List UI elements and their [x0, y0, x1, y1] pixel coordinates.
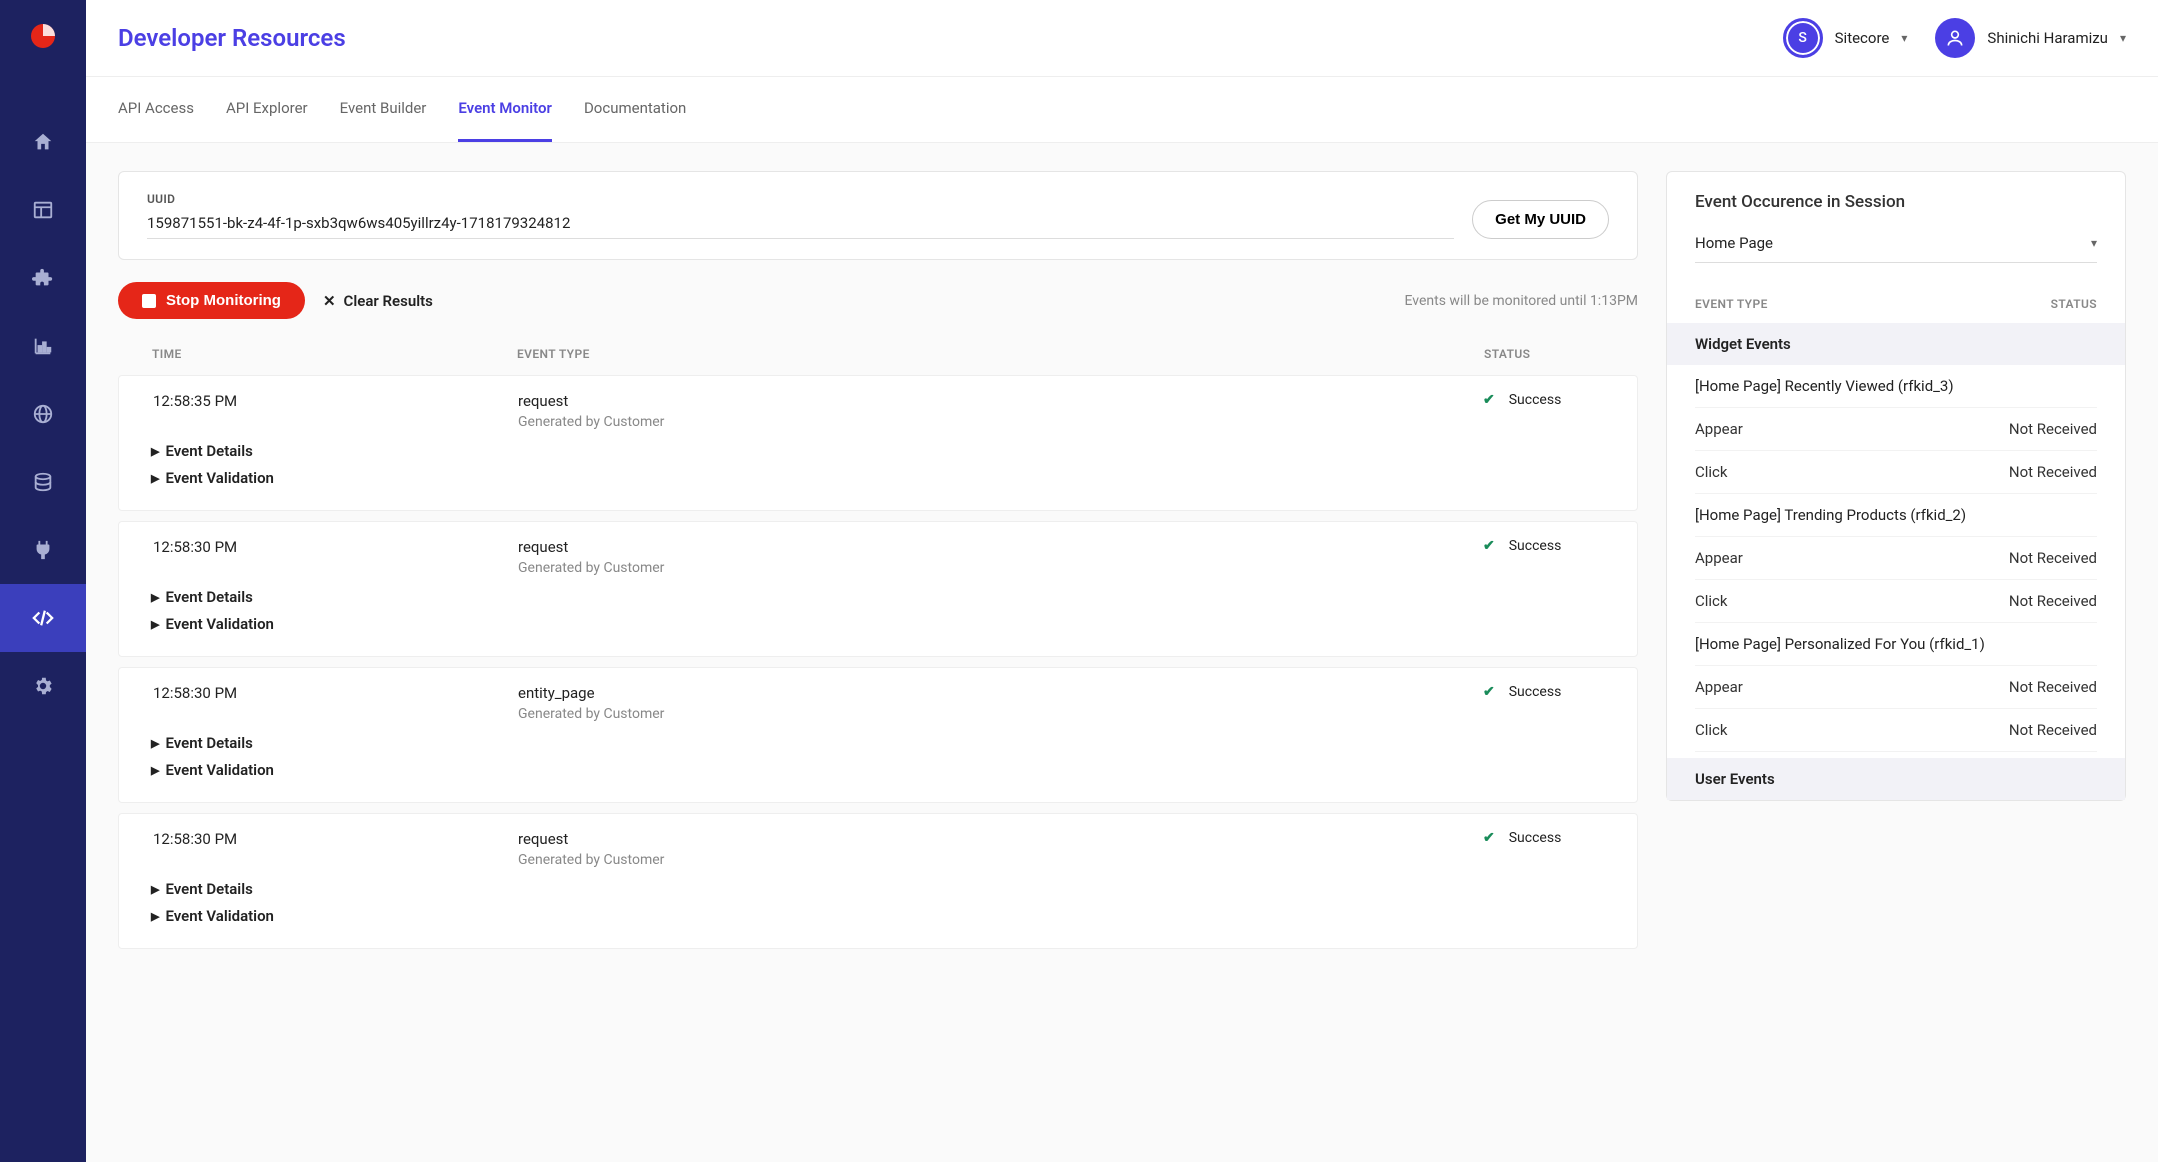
user-name: Shinichi Haramizu — [1987, 29, 2108, 47]
uuid-card: UUID 159871551-bk-z4-4f-1p-sxb3qw6ws405y… — [118, 171, 1638, 260]
widget-event-row: AppearNot Received — [1695, 666, 2097, 709]
caret-right-icon: ▶ — [151, 761, 159, 781]
clear-results-button[interactable]: ✕ Clear Results — [323, 292, 433, 310]
occurrence-panel: Event Occurence in Session Home Page ▾ E… — [1666, 171, 2126, 801]
user-menu[interactable]: Shinichi Haramizu ▾ — [1935, 18, 2126, 58]
page-select[interactable]: Home Page ▾ — [1695, 234, 2097, 263]
tab-documentation[interactable]: Documentation — [584, 77, 686, 142]
caret-right-icon: ▶ — [151, 588, 159, 608]
event-details-toggle[interactable]: ▶Event Details — [151, 876, 1603, 903]
get-uuid-button[interactable]: Get My UUID — [1472, 200, 1609, 239]
chevron-down-icon: ▾ — [2120, 31, 2126, 45]
widget-event-row: ClickNot Received — [1695, 709, 2097, 752]
widget-event-row: AppearNot Received — [1695, 537, 2097, 580]
widget-events-header: Widget Events — [1667, 323, 2125, 365]
event-status: ✔Success — [1483, 684, 1603, 700]
header: Developer Resources S Sitecore ▾ Shinich… — [86, 0, 2158, 77]
event-validation-toggle[interactable]: ▶Event Validation — [151, 757, 1603, 784]
tab-api-explorer[interactable]: API Explorer — [226, 77, 308, 142]
caret-right-icon: ▶ — [151, 734, 159, 754]
uuid-value[interactable]: 159871551-bk-z4-4f-1p-sxb3qw6ws405yillrz… — [147, 214, 1454, 239]
event-time: 12:58:30 PM — [153, 538, 518, 556]
event-validation-toggle[interactable]: ▶Event Validation — [151, 611, 1603, 638]
event-time: 12:58:30 PM — [153, 830, 518, 848]
caret-right-icon: ▶ — [151, 880, 159, 900]
widget-event-row: AppearNot Received — [1695, 408, 2097, 451]
caret-right-icon: ▶ — [151, 442, 159, 462]
event-type: entity_page — [518, 684, 1483, 702]
event-source: Generated by Customer — [518, 560, 1483, 576]
close-icon: ✕ — [323, 292, 336, 310]
event-status: ✔Success — [1483, 392, 1603, 408]
stop-monitoring-button[interactable]: Stop Monitoring — [118, 282, 305, 319]
user-avatar — [1935, 18, 1975, 58]
event-source: Generated by Customer — [518, 706, 1483, 722]
event-row: 12:58:35 PMrequest Generated by Customer✔… — [118, 375, 1638, 511]
widget-event-row: ClickNot Received — [1695, 580, 2097, 623]
event-validation-toggle[interactable]: ▶Event Validation — [151, 465, 1603, 492]
event-row: 12:58:30 PMrequest Generated by Customer✔… — [118, 521, 1638, 657]
event-source: Generated by Customer — [518, 414, 1483, 430]
app-logo — [23, 18, 63, 58]
event-details-toggle[interactable]: ▶Event Details — [151, 730, 1603, 757]
event-status: ✔Success — [1483, 830, 1603, 846]
tab-api-access[interactable]: API Access — [118, 77, 194, 142]
event-type: request — [518, 392, 1483, 410]
nav-analytics[interactable] — [0, 312, 86, 380]
widget-event-row: ClickNot Received — [1695, 451, 2097, 494]
event-type: request — [518, 830, 1483, 848]
nav-home[interactable] — [0, 108, 86, 176]
event-row: 12:58:30 PMentity_page Generated by Custo… — [118, 667, 1638, 803]
tab-event-builder[interactable]: Event Builder — [340, 77, 427, 142]
org-avatar: S — [1783, 18, 1823, 58]
tab-event-monitor[interactable]: Event Monitor — [458, 77, 552, 142]
check-icon: ✔ — [1483, 392, 1495, 408]
caret-right-icon: ▶ — [151, 615, 159, 635]
check-icon: ✔ — [1483, 684, 1495, 700]
nav-globe[interactable] — [0, 380, 86, 448]
event-row: 12:58:30 PMrequest Generated by Customer✔… — [118, 813, 1638, 949]
caret-right-icon: ▶ — [151, 469, 159, 489]
sidebar — [0, 0, 86, 1162]
chevron-down-icon: ▾ — [2091, 236, 2097, 250]
org-name: Sitecore — [1835, 29, 1890, 47]
nav-layout[interactable] — [0, 176, 86, 244]
nav-plugin[interactable] — [0, 516, 86, 584]
nav-developer[interactable] — [0, 584, 86, 652]
user-events-header: User Events — [1667, 758, 2125, 800]
event-details-toggle[interactable]: ▶Event Details — [151, 584, 1603, 611]
tabs: API Access API Explorer Event Builder Event… — [86, 77, 2158, 143]
page-title: Developer Resources — [118, 24, 346, 52]
event-source: Generated by Customer — [518, 852, 1483, 868]
event-details-toggle[interactable]: ▶Event Details — [151, 438, 1603, 465]
check-icon: ✔ — [1483, 538, 1495, 554]
event-time: 12:58:35 PM — [153, 392, 518, 410]
event-validation-toggle[interactable]: ▶Event Validation — [151, 903, 1603, 930]
occurrence-title: Event Occurence in Session — [1695, 192, 2097, 212]
widget-name: [Home Page] Trending Products (rfkid_2) — [1695, 494, 2097, 537]
event-status: ✔Success — [1483, 538, 1603, 554]
widget-name: [Home Page] Personalized For You (rfkid_… — [1695, 623, 2097, 666]
caret-right-icon: ▶ — [151, 907, 159, 927]
widget-name: [Home Page] Recently Viewed (rfkid_3) — [1695, 365, 2097, 408]
chevron-down-icon: ▾ — [1901, 31, 1907, 45]
org-switcher[interactable]: S Sitecore ▾ — [1783, 18, 1908, 58]
event-type: request — [518, 538, 1483, 556]
stop-icon — [142, 294, 156, 308]
uuid-label: UUID — [147, 192, 1454, 206]
nav-settings[interactable] — [0, 652, 86, 720]
check-icon: ✔ — [1483, 830, 1495, 846]
event-table-header: TIME EVENT TYPE STATUS — [118, 333, 1638, 375]
event-time: 12:58:30 PM — [153, 684, 518, 702]
monitor-until-note: Events will be monitored until 1:13PM — [1405, 293, 1638, 309]
nav-database[interactable] — [0, 448, 86, 516]
nav-extensions[interactable] — [0, 244, 86, 312]
